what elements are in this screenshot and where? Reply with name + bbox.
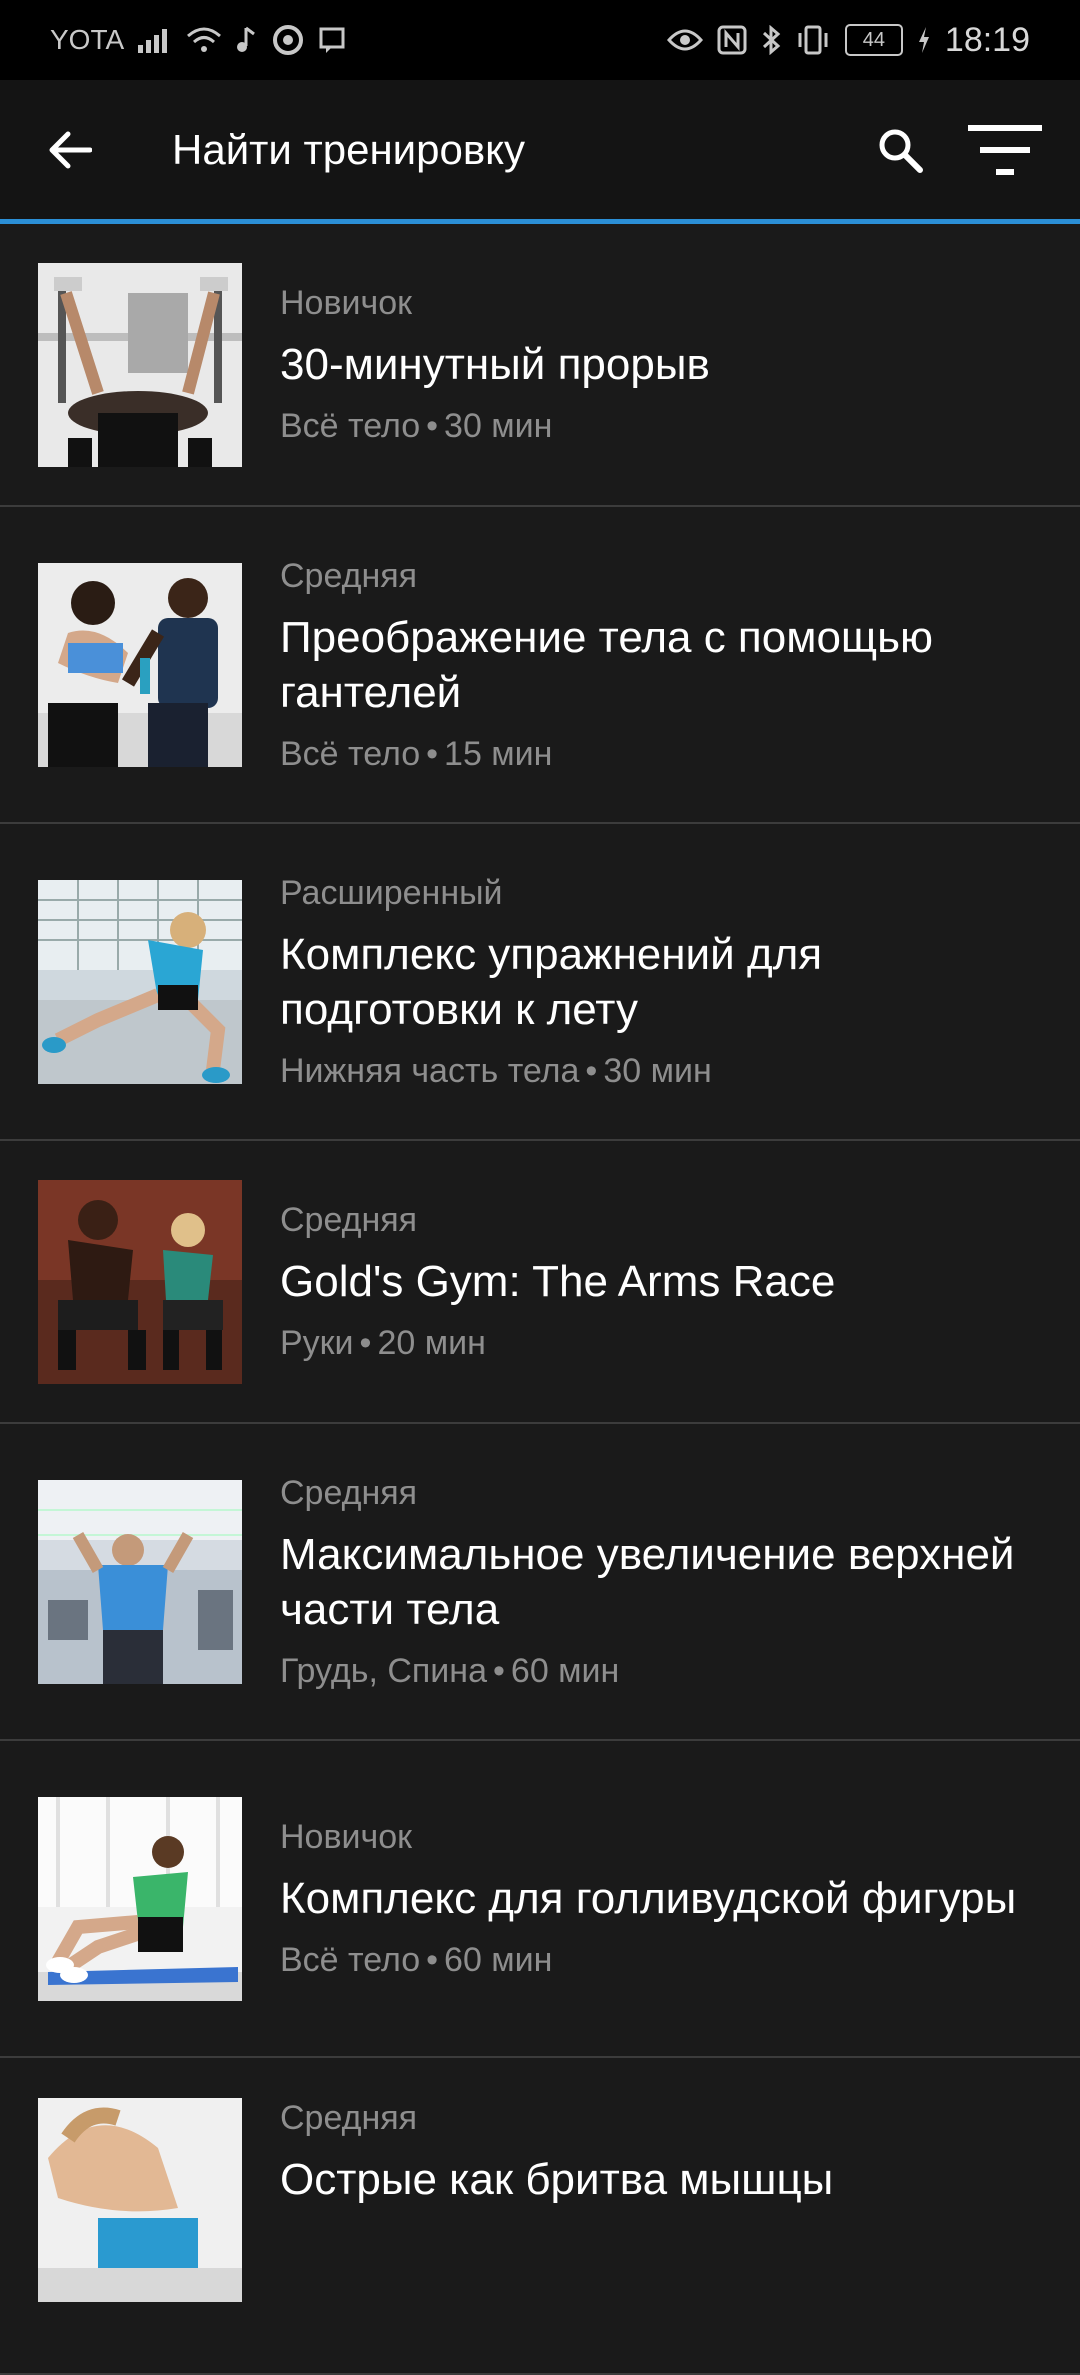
beats-icon [272, 24, 304, 56]
workout-area: Всё тело [280, 407, 421, 445]
separator-dot: • [426, 407, 439, 445]
workout-level: Средняя [280, 2099, 418, 2137]
music-note-icon [236, 26, 258, 54]
workout-meta: Всё тело • 15 мин [280, 734, 1042, 774]
workout-info: Средняя Максимальное увеличение верхней … [280, 1473, 1042, 1691]
status-bar-right: 44 18:19 [666, 20, 1030, 60]
workout-thumbnail [38, 1179, 242, 1384]
bluetooth-icon [761, 25, 781, 55]
workout-duration: 30 мин [444, 407, 553, 445]
workout-item[interactable]: Средняя Острые как бритва мышцы [0, 2058, 1080, 2375]
app-bar: Найти тренировку [0, 80, 1080, 224]
separator-dot: • [585, 1051, 598, 1090]
carrier-label: YOTA [50, 24, 125, 55]
workout-info: Средняя Острые как бритва мышцы [280, 2098, 1042, 2207]
workout-item[interactable]: Расширенный Комплекс упражнений для подг… [0, 824, 1080, 1141]
workout-item[interactable]: Средняя Преображение тела с помощью гант… [0, 507, 1080, 824]
workout-duration: 30 мин [603, 1051, 712, 1090]
wifi-icon [186, 26, 222, 54]
clock: 18:19 [944, 20, 1030, 59]
signal-icon [138, 27, 172, 53]
battery-level: 44 [862, 28, 886, 51]
separator-dot: • [359, 1324, 372, 1362]
workout-info: Средняя Преображение тела с помощью гант… [280, 556, 1042, 774]
workout-area: Руки [280, 1324, 354, 1362]
workout-meta: Руки • 20 мин [280, 1323, 1042, 1363]
nfc-icon [717, 25, 747, 55]
workout-item[interactable]: Новичок Комплекс для голливудской фигуры… [0, 1741, 1080, 2058]
workout-level: Средняя [280, 1473, 418, 1512]
workout-item[interactable]: Средняя Gold's Gym: The Arms Race Руки • 2… [0, 1141, 1080, 1424]
page-title: Найти тренировку [172, 125, 526, 173]
charging-icon [917, 26, 931, 54]
battery-icon: 44 [844, 24, 903, 56]
workout-level: Средняя [280, 1201, 418, 1239]
separator-dot: • [426, 734, 439, 773]
workout-area: Всё тело [280, 734, 421, 773]
vibrate-icon [795, 25, 831, 55]
workout-name: Острые как бритва мышцы [280, 2155, 834, 2204]
separator-dot: • [426, 1941, 439, 1979]
back-button[interactable] [40, 120, 100, 180]
workout-name: Комплекс для голливудской фигуры [280, 1874, 1017, 1923]
workout-thumbnail [38, 562, 242, 767]
workout-level: Новичок [280, 1818, 413, 1856]
filter-button[interactable] [960, 110, 1050, 190]
arrow-left-icon [49, 131, 92, 168]
workout-area: Грудь, Спина [280, 1651, 487, 1690]
workout-info: Средняя Gold's Gym: The Arms Race Руки • 2… [280, 1200, 1042, 1363]
workout-area: Всё тело [280, 1941, 421, 1979]
workout-level: Расширенный [280, 873, 503, 912]
workout-meta: Всё тело • 30 мин [280, 406, 1042, 446]
eye-icon [666, 28, 703, 52]
workout-item[interactable]: Средняя Максимальное увеличение верхней … [0, 1424, 1080, 1741]
workout-name: 30-минутный прорыв [280, 340, 710, 389]
status-bar-left: YOTA [50, 24, 346, 56]
workout-duration: 60 мин [444, 1941, 553, 1979]
workout-meta: Грудь, Спина • 60 мин [280, 1651, 1042, 1691]
search-button[interactable] [860, 110, 940, 190]
workout-info: Расширенный Комплекс упражнений для подг… [280, 873, 1042, 1091]
search-icon [879, 129, 923, 173]
workout-thumbnail [38, 879, 242, 1084]
message-icon [318, 26, 346, 54]
workout-item[interactable]: Новичок 30-минутный прорыв Всё тело • 30 м… [0, 224, 1080, 507]
workout-meta: Всё тело • 60 мин [280, 1940, 1042, 1980]
workout-thumbnail [38, 2098, 242, 2302]
workout-name: Преображение тела с помощью гантелей [280, 612, 934, 717]
workout-info: Новичок Комплекс для голливудской фигуры… [280, 1817, 1042, 1980]
workout-duration: 20 мин [377, 1324, 486, 1362]
filter-icon [968, 124, 1042, 175]
separator-dot: • [493, 1651, 505, 1690]
workout-name: Комплекс упражнений для подготовки к лет… [280, 929, 823, 1034]
workout-duration: 15 мин [444, 734, 553, 773]
workout-thumbnail [38, 262, 242, 467]
workout-area: Нижняя часть тела [280, 1051, 580, 1090]
status-bar: YOTA 44 18:19 [0, 0, 1080, 80]
workout-thumbnail [38, 1479, 242, 1684]
workout-duration: 60 мин [510, 1651, 620, 1690]
workout-thumbnail [38, 1796, 242, 2001]
workout-info: Новичок 30-минутный прорыв Всё тело • 30 м… [280, 283, 1042, 446]
workout-level: Средняя [280, 556, 418, 595]
workout-name: Максимальное увеличение верхней части те… [280, 1529, 1015, 1634]
workout-name: Gold's Gym: The Arms Race [280, 1257, 836, 1306]
workout-meta: Нижняя часть тела • 30 мин [280, 1051, 1042, 1091]
workout-list: Новичок 30-минутный прорыв Всё тело • 30 м… [0, 224, 1080, 2375]
workout-level: Новичок [280, 284, 413, 322]
